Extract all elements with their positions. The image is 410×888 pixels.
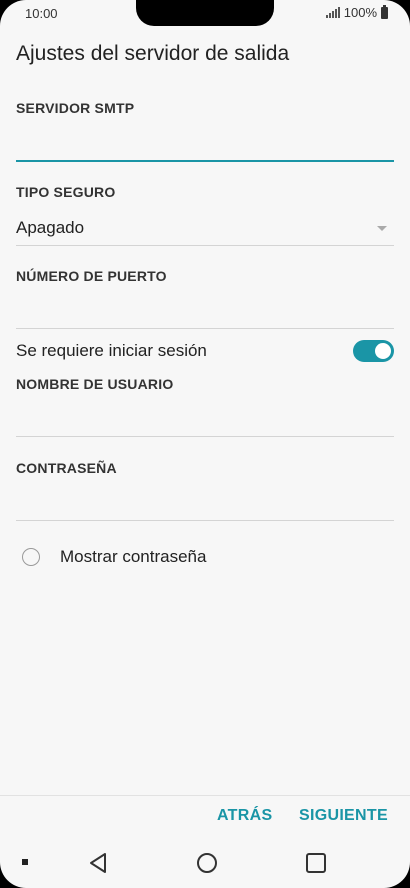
show-password-row[interactable]: Mostrar contraseña	[22, 547, 206, 567]
password-input[interactable]	[16, 520, 394, 521]
port-number-input[interactable]	[16, 328, 394, 329]
login-required-label: Se requiere iniciar sesión	[16, 341, 207, 360]
username-input[interactable]	[16, 436, 394, 437]
signal-icon	[325, 7, 340, 18]
recent-apps-icon[interactable]	[306, 853, 326, 873]
show-password-label: Mostrar contraseña	[60, 547, 207, 566]
status-indicators: 100%	[325, 4, 388, 20]
back-nav-icon[interactable]	[88, 852, 108, 874]
page-title: Ajustes del servidor de salida	[16, 42, 290, 65]
dual-window-icon[interactable]	[22, 859, 28, 865]
show-password-checkbox[interactable]	[22, 548, 40, 566]
battery-percent: 100%	[343, 5, 377, 20]
password-label: CONTRASEÑA	[16, 460, 117, 476]
next-button[interactable]: SIGUIENTE	[299, 807, 388, 825]
camera-notch	[136, 0, 274, 26]
status-time: 10:00	[25, 6, 58, 21]
toggle-knob	[375, 343, 391, 359]
navigation-bar	[0, 840, 410, 888]
login-required-row[interactable]: Se requiere iniciar sesión	[16, 340, 394, 362]
login-required-toggle[interactable]	[353, 340, 394, 362]
battery-icon	[381, 4, 388, 19]
outgoing-server-settings-screen: 10:00 100% Ajustes del servidor de salid…	[0, 0, 410, 888]
port-number-label: NÚMERO DE PUERTO	[16, 268, 167, 284]
home-nav-icon[interactable]	[197, 853, 217, 873]
dropdown-arrow-icon[interactable]	[377, 226, 387, 231]
back-button[interactable]: ATRÁS	[217, 807, 272, 825]
security-type-label: TIPO SEGURO	[16, 184, 116, 200]
smtp-server-label: SERVIDOR SMTP	[16, 100, 135, 116]
security-type-select[interactable]: Apagado	[16, 218, 84, 238]
smtp-server-input[interactable]	[16, 160, 394, 162]
security-type-underline	[16, 245, 394, 246]
username-label: NOMBRE DE USUARIO	[16, 376, 174, 392]
status-bar: 10:00 100%	[0, 0, 410, 26]
bottom-divider	[0, 795, 410, 796]
